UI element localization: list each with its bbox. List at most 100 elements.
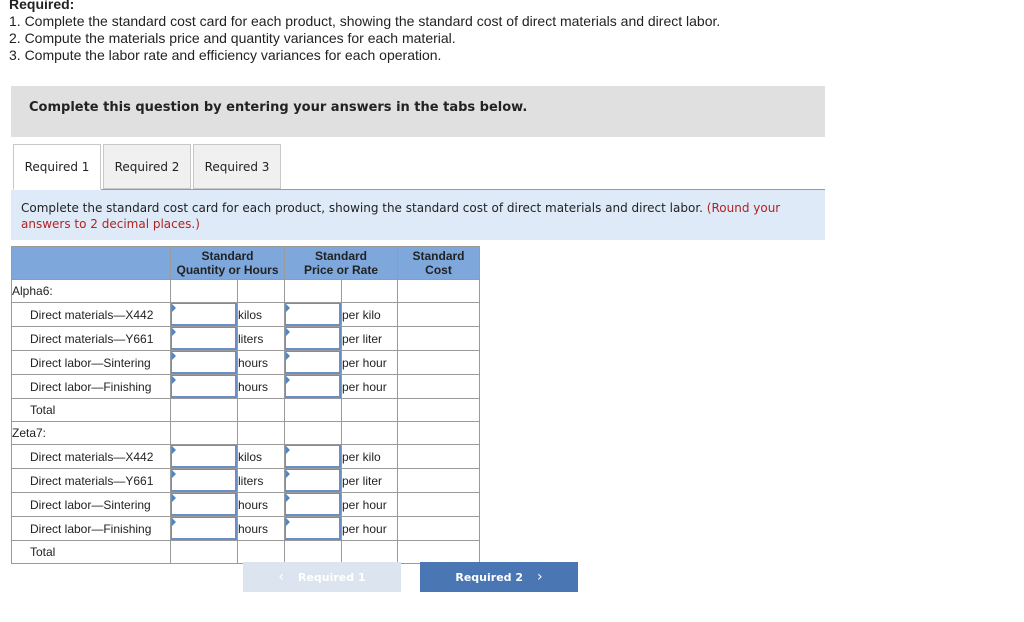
table-row: Direct materials—X442 kilos per kilo [11,444,480,469]
header-line: Standard [412,249,465,263]
product-row-zeta7: Zeta7: [11,421,480,445]
row-label: Direct labor—Sintering [11,350,171,375]
price-input[interactable] [285,517,341,540]
quantity-input[interactable] [171,469,237,492]
quantity-input[interactable] [171,375,237,398]
table-row: Direct materials—Y661 liters per liter [11,468,480,493]
table-row: Direct labor—Finishing hours per hour [11,374,480,399]
requirements-title: Required: [9,0,75,12]
price-input[interactable] [285,493,341,516]
price-input[interactable] [285,445,341,468]
header-line: Quantity or Hours [176,263,279,277]
table-row: Direct materials—X442 kilos per kilo [11,302,480,327]
empty-cell [341,540,398,564]
table-header-row: Standard Quantity or Hours Standard Pric… [11,246,480,280]
quantity-unit: hours [237,516,285,541]
tab-required-3[interactable]: Required 3 [193,144,281,189]
empty-cell [284,398,342,422]
quantity-input[interactable] [171,351,237,374]
header-standard-quantity: Standard Quantity or Hours [170,246,285,280]
standard-cost-cell[interactable] [397,516,480,541]
product-row-alpha6: Alpha6: [11,279,480,303]
standard-cost-cell[interactable] [397,374,480,399]
empty-cell [170,398,238,422]
quantity-input[interactable] [171,493,237,516]
price-input[interactable] [285,327,341,350]
empty-cell [170,279,238,303]
price-input[interactable] [285,469,341,492]
prompt-text: Complete the standard cost card for each… [21,201,703,215]
quantity-cell [170,374,238,399]
tab-required-2[interactable]: Required 2 [103,144,191,189]
standard-cost-cell[interactable] [397,468,480,493]
quantity-unit: liters [237,468,285,493]
header-standard-price: Standard Price or Rate [284,246,398,280]
total-row-alpha6: Total [11,398,480,422]
price-cell [284,326,342,351]
price-unit: per kilo [341,444,398,469]
empty-cell [170,421,238,445]
empty-cell [397,421,480,445]
price-unit: per kilo [341,302,398,327]
standard-cost-cell[interactable] [397,492,480,517]
empty-cell [341,421,398,445]
header-line: Price or Rate [303,263,379,277]
empty-cell [397,279,480,303]
quantity-unit: kilos [237,302,285,327]
total-label: Total [11,398,171,422]
price-input[interactable] [285,375,341,398]
quantity-input[interactable] [171,327,237,350]
price-unit: per hour [341,492,398,517]
standard-cost-card-table: Standard Quantity or Hours Standard Pric… [11,246,480,564]
quantity-unit: hours [237,350,285,375]
quantity-unit: hours [237,492,285,517]
row-label: Direct materials—X442 [11,444,171,469]
row-label: Direct labor—Finishing [11,374,171,399]
price-input[interactable] [285,303,341,326]
price-cell [284,350,342,375]
requirement-item: 1. Complete the standard cost card for e… [9,13,721,29]
header-line: Standard [201,249,254,263]
price-input[interactable] [285,351,341,374]
quantity-cell [170,326,238,351]
price-unit: per liter [341,326,398,351]
header-line: Standard [314,249,367,263]
empty-cell [237,398,285,422]
row-label: Direct materials—X442 [11,302,171,327]
quantity-input[interactable] [171,445,237,468]
product-name: Zeta7: [11,421,171,445]
header-line: Cost [425,263,452,277]
price-unit: per hour [341,374,398,399]
standard-cost-cell[interactable] [397,302,480,327]
quantity-input[interactable] [171,303,237,326]
total-cost-cell[interactable] [397,398,480,422]
empty-cell [237,540,285,564]
tab-required-1[interactable]: Required 1 [13,144,101,190]
instruction-text: Complete this question by entering your … [29,100,528,115]
standard-cost-cell[interactable] [397,326,480,351]
quantity-input[interactable] [171,517,237,540]
quantity-unit: kilos [237,444,285,469]
price-unit: per hour [341,516,398,541]
prev-button-label: Required 1 [297,570,366,584]
price-cell [284,468,342,493]
price-cell [284,492,342,517]
row-label: Direct materials—Y661 [11,326,171,351]
question-prompt: Complete the standard cost card for each… [11,190,825,240]
prev-required-1-button[interactable]: ‹ Required 1 [243,562,401,592]
standard-cost-cell[interactable] [397,444,480,469]
chevron-left-icon: ‹ [278,569,284,585]
price-cell [284,444,342,469]
quantity-cell [170,350,238,375]
row-label: Direct labor—Finishing [11,516,171,541]
empty-cell [284,279,342,303]
requirements-block: Required: 1. Complete the standard cost … [9,0,720,64]
requirement-item: 3. Compute the labor rate and efficiency… [9,47,442,63]
next-required-2-button[interactable]: Required 2 › [420,562,578,592]
empty-cell [341,398,398,422]
tab-bar: Required 1 Required 2 Required 3 [13,144,283,190]
chevron-right-icon: › [537,569,543,585]
standard-cost-cell[interactable] [397,350,480,375]
total-cost-cell[interactable] [397,540,480,564]
empty-cell [284,540,342,564]
